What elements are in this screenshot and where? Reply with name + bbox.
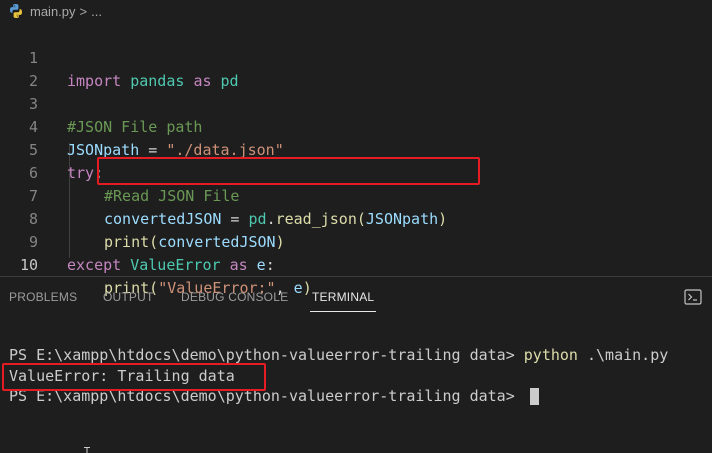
tab-problems[interactable]: PROBLEMS <box>9 290 77 304</box>
code-line[interactable]: 2 <box>0 47 712 90</box>
keyword: as <box>229 256 248 274</box>
terminal-cursor <box>529 388 539 405</box>
code-editor[interactable]: 1 import pandas as pd 2 3 #JSON File pat… <box>0 24 712 297</box>
class-name: ValueError <box>130 256 221 274</box>
panel-tabs: PROBLEMS OUTPUT DEBUG CONSOLE TERMINAL <box>0 281 712 315</box>
breadcrumb-ellipsis[interactable]: ... <box>91 4 102 19</box>
punctuation: : <box>265 256 275 274</box>
tab-output[interactable]: OUTPUT <box>103 290 154 304</box>
line-number: 10 <box>19 256 38 274</box>
highlight-box <box>2 363 266 391</box>
terminal-args: .\main.py <box>577 346 669 364</box>
terminal-prompt: PS E:\xampp\htdocs\demo\python-valueerro… <box>9 346 524 364</box>
code-line[interactable]: 3 #JSON File path <box>0 70 712 136</box>
chevron-right-icon: > <box>79 3 88 19</box>
tab-debug-console[interactable]: DEBUG CONSOLE <box>181 290 288 304</box>
code-line[interactable]: 10 print("ValueError:", e) <box>0 231 712 297</box>
terminal-command: python <box>523 346 578 364</box>
python-file-icon <box>10 4 23 18</box>
highlight-box <box>97 157 480 185</box>
variable: e <box>256 256 266 274</box>
breadcrumb-file[interactable]: main.py <box>30 4 76 19</box>
tab-terminal[interactable]: TERMINAL <box>312 290 374 304</box>
code-line[interactable]: 9 except ValueError as e: <box>0 208 712 274</box>
keyword: except <box>67 256 122 274</box>
breadcrumb: main.py > ... <box>0 0 712 22</box>
text-cursor-icon <box>84 447 90 453</box>
active-tab-indicator <box>310 311 376 312</box>
code-line[interactable]: 1 import pandas as pd <box>0 24 712 90</box>
terminal-icon[interactable] <box>684 289 704 305</box>
code-line[interactable]: 4 JSONpath = "./data.json" <box>0 93 712 159</box>
code-line[interactable]: 5 try: <box>0 116 712 182</box>
panel-divider <box>0 276 712 277</box>
code-line[interactable]: 8 print(convertedJSON) <box>0 185 712 251</box>
